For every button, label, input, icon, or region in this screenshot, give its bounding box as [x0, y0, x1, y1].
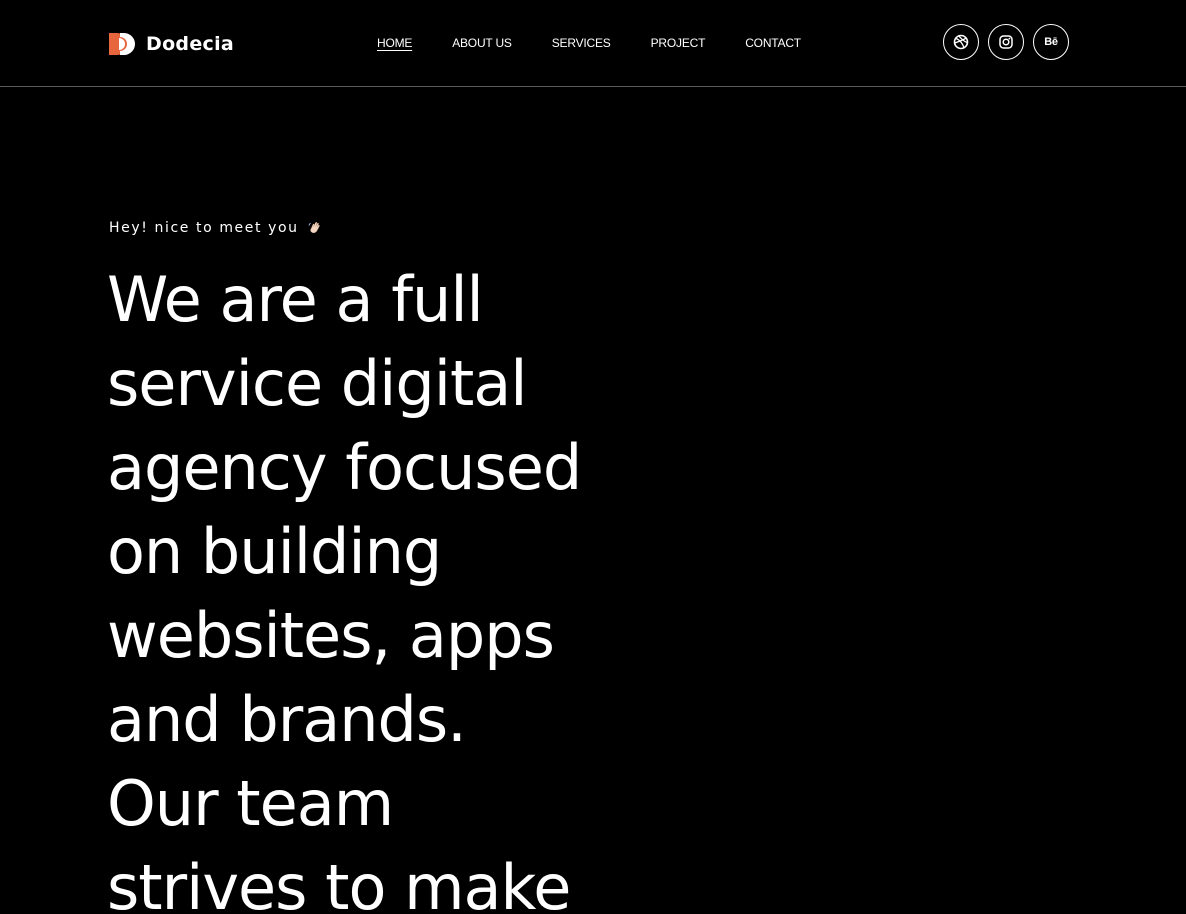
waving-hand-icon — [308, 221, 320, 234]
brand-name: Dodecia — [146, 33, 235, 55]
nav-item-contact[interactable]: CONTACT — [745, 36, 801, 50]
headline-line: websites, apps — [107, 599, 555, 672]
dribbble-icon — [953, 34, 969, 50]
headline-line: strives to make — [107, 851, 571, 914]
nav-item-project[interactable]: PROJECT — [651, 36, 706, 50]
nav-item-home[interactable]: HOME — [377, 36, 412, 50]
main-nav: HOME ABOUT US SERVICES PROJECT CONTACT — [377, 36, 841, 50]
page: Dodecia HOME ABOUT US SERVICES PROJECT C… — [0, 0, 1186, 914]
dribbble-button[interactable] — [943, 24, 979, 60]
brand-logo[interactable]: Dodecia — [109, 29, 234, 59]
hero-headline: We are a full service digital agency foc… — [107, 258, 667, 914]
behance-icon: Bē — [1044, 36, 1058, 48]
headline-line: on building — [107, 515, 442, 588]
headline-line: and brands. — [107, 683, 467, 756]
social-links: Bē — [943, 24, 1078, 60]
nav-item-about-us[interactable]: ABOUT US — [452, 36, 512, 50]
nav-item-services[interactable]: SERVICES — [552, 36, 611, 50]
headline-line: service digital — [107, 347, 527, 420]
instagram-button[interactable] — [988, 24, 1024, 60]
headline-line: agency focused — [107, 431, 582, 504]
site-header: Dodecia HOME ABOUT US SERVICES PROJECT C… — [0, 0, 1186, 87]
greeting-text: Hey! nice to meet you — [109, 220, 299, 236]
headline-line: Our team — [107, 767, 394, 840]
logo-mark-icon — [109, 33, 135, 55]
hero-greeting: Hey! nice to meet you — [109, 220, 323, 236]
headline-line: We are a full — [107, 263, 484, 336]
instagram-icon — [999, 35, 1013, 49]
behance-button[interactable]: Bē — [1033, 24, 1069, 60]
